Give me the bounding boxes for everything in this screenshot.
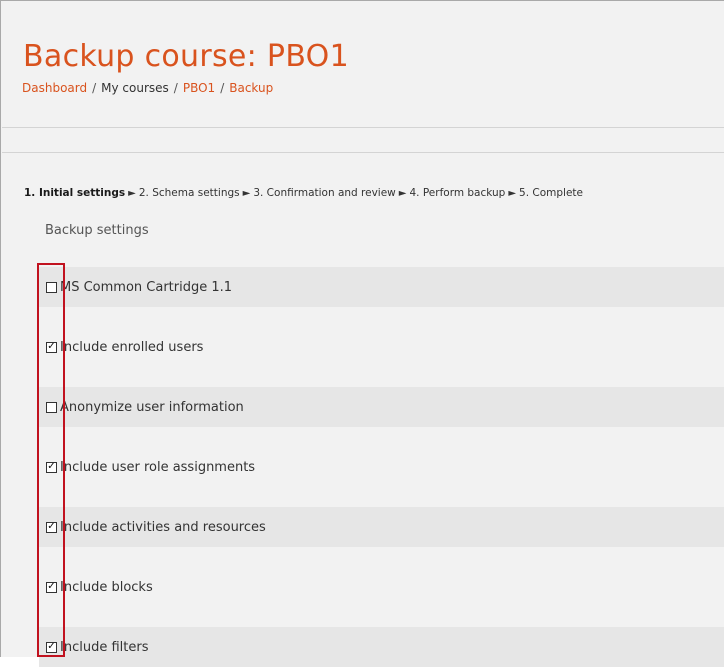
breadcrumb-separator: /: [220, 81, 225, 95]
backup-progress-steps: 1. Initial settings ► 2. Schema settings ► 3…: [24, 187, 583, 199]
checkbox-enrolled-users[interactable]: ✓: [46, 341, 57, 353]
step-schema-settings: 2. Schema settings: [138, 187, 240, 199]
backup-settings-title: Backup settings: [45, 223, 149, 238]
breadcrumb-backup[interactable]: Backup: [229, 81, 273, 95]
setting-label: Include enrolled users: [60, 339, 204, 355]
checkbox-blocks[interactable]: ✓: [46, 581, 57, 593]
step-perform-backup: 4. Perform backup: [409, 187, 506, 199]
step-complete: 5. Complete: [519, 187, 584, 199]
page-frame: Backup course: PBO1 Dashboard / My courses…: [0, 0, 724, 667]
divider: [2, 127, 724, 128]
setting-label: Include blocks: [60, 579, 153, 595]
checkbox-activities[interactable]: ✓: [46, 521, 57, 533]
page-title: Backup course: PBO1: [23, 39, 349, 75]
setting-label: Include user role assignments: [60, 459, 256, 475]
setting-label: Include filters: [60, 639, 149, 655]
step-arrow-icon: ►: [128, 188, 136, 199]
setting-row-filters[interactable]: ✓ Include filters: [39, 627, 724, 667]
setting-label: Include activities and resources: [60, 519, 266, 535]
checkbox-imscc[interactable]: [46, 281, 57, 293]
breadcrumb-separator: /: [173, 81, 178, 95]
step-arrow-icon: ►: [242, 188, 251, 199]
setting-row-role-assignments[interactable]: ✓ Include user role assignments: [39, 447, 724, 487]
setting-label: Anonymize user information: [60, 399, 244, 415]
checkbox-role-assignments[interactable]: ✓: [46, 461, 57, 473]
setting-row-imscc[interactable]: MS Common Cartridge 1.1: [39, 267, 724, 307]
step-confirmation: 3. Confirmation and review: [253, 187, 396, 199]
breadcrumb-my-courses: My courses: [101, 81, 169, 95]
checkbox-anonymize[interactable]: [46, 401, 57, 413]
setting-row-enrolled-users[interactable]: ✓ Include enrolled users: [39, 327, 724, 367]
setting-row-activities[interactable]: ✓ Include activities and resources: [39, 507, 724, 547]
checkbox-filters[interactable]: ✓: [46, 641, 57, 653]
step-initial-settings: 1. Initial settings: [24, 187, 126, 199]
breadcrumb: Dashboard / My courses / PBO1 / Backup: [22, 81, 273, 95]
setting-label: MS Common Cartridge 1.1: [60, 279, 233, 295]
breadcrumb-course[interactable]: PBO1: [183, 81, 215, 95]
breadcrumb-separator: /: [92, 81, 97, 95]
step-arrow-icon: ►: [398, 188, 407, 199]
setting-row-anonymize[interactable]: Anonymize user information: [39, 387, 724, 427]
divider: [2, 152, 724, 153]
setting-row-blocks[interactable]: ✓ Include blocks: [39, 567, 724, 607]
breadcrumb-dashboard[interactable]: Dashboard: [22, 81, 87, 95]
step-arrow-icon: ►: [508, 188, 517, 199]
